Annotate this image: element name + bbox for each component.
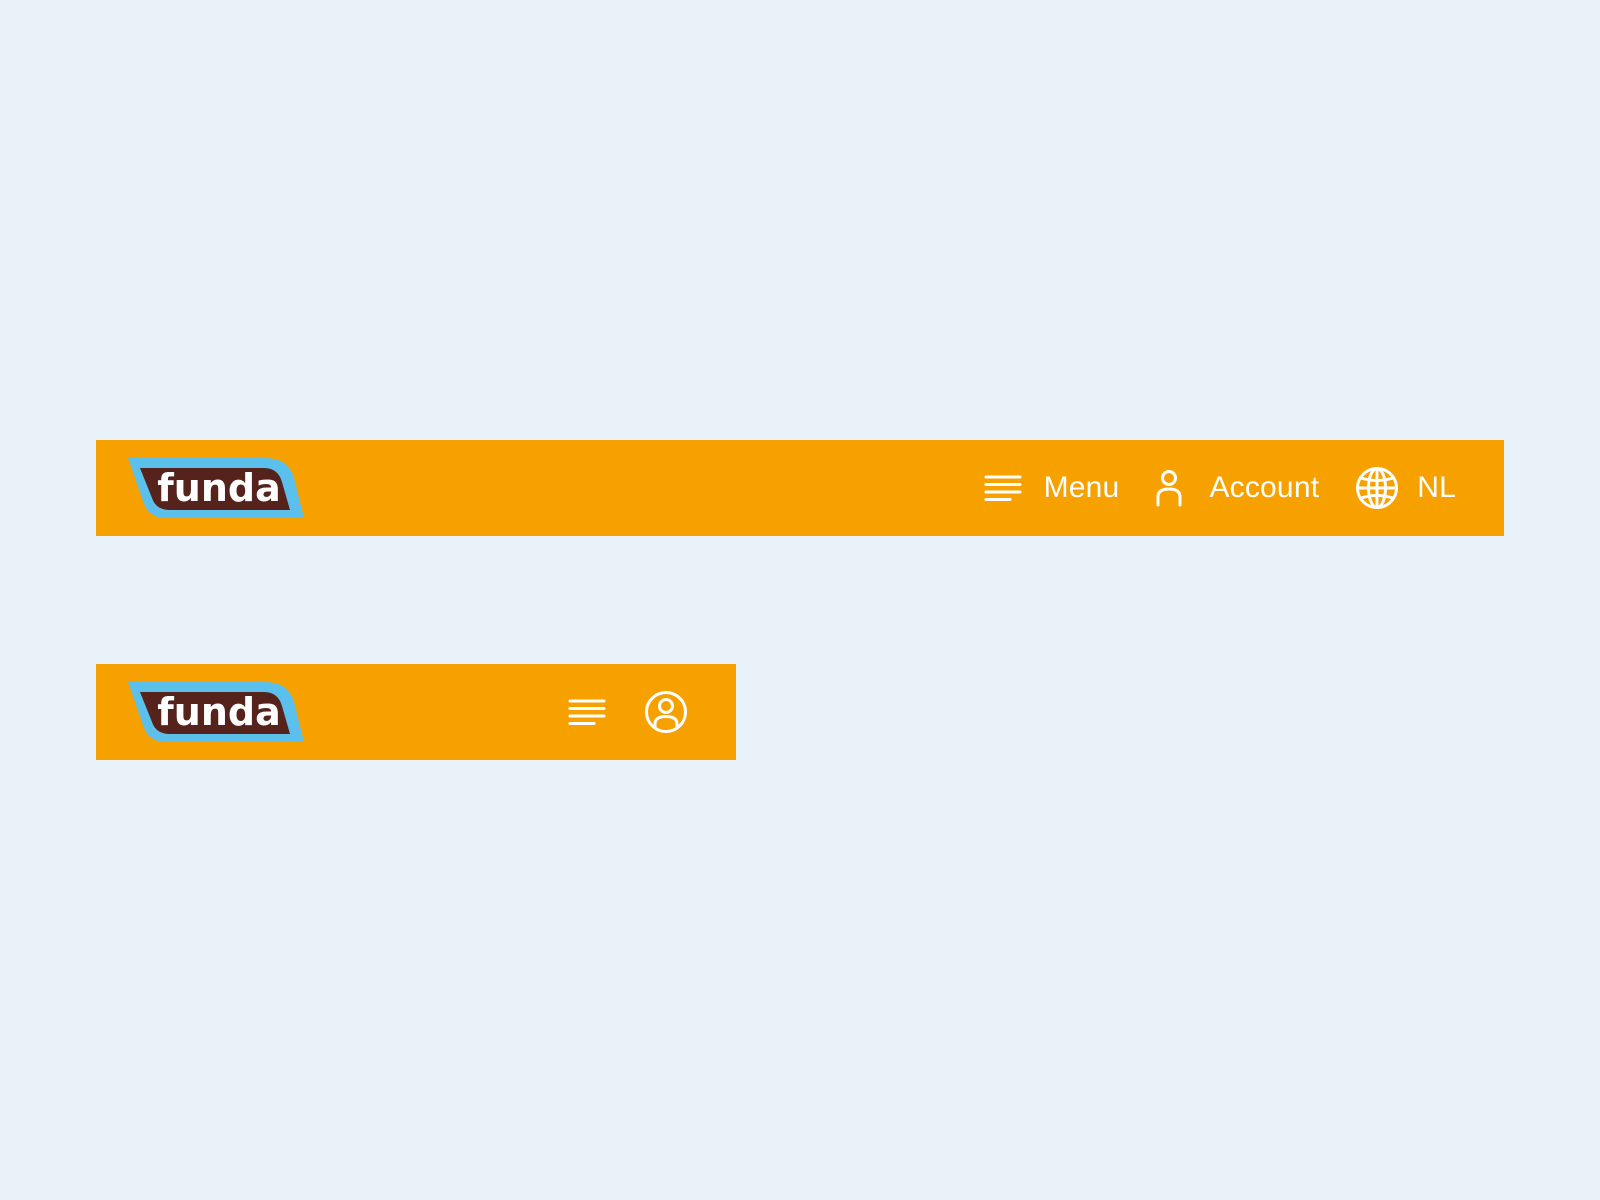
- user-icon: [1155, 469, 1183, 507]
- logo-text: funda: [157, 466, 280, 510]
- account-label: Account: [1209, 471, 1320, 504]
- language-button[interactable]: NL: [1355, 466, 1456, 510]
- menu-icon: [568, 698, 606, 726]
- funda-logo[interactable]: funda: [126, 456, 306, 520]
- desktop-header: funda Menu Account NL: [96, 440, 1504, 536]
- menu-label: Menu: [1043, 471, 1120, 504]
- account-button[interactable]: Account: [1155, 469, 1319, 507]
- user-circle-icon: [644, 690, 688, 734]
- mobile-header: funda: [96, 664, 736, 760]
- language-label: NL: [1417, 471, 1456, 504]
- funda-logo[interactable]: funda: [126, 680, 306, 744]
- logo-text: funda: [157, 690, 280, 734]
- desktop-nav: Menu Account NL: [984, 440, 1456, 536]
- menu-button[interactable]: Menu: [984, 473, 1120, 503]
- globe-icon: [1355, 466, 1399, 510]
- menu-icon: [984, 474, 1022, 502]
- account-button[interactable]: [644, 690, 688, 734]
- menu-button[interactable]: [568, 698, 606, 726]
- mobile-nav: [568, 664, 688, 760]
